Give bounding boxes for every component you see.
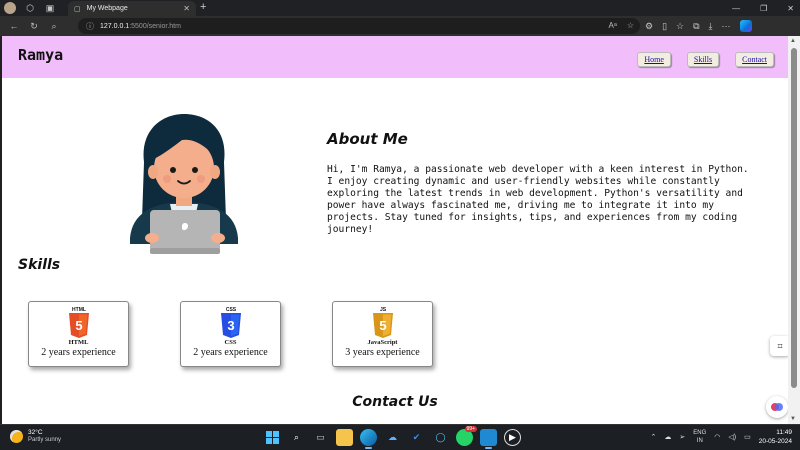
partly-sunny-icon (10, 430, 23, 443)
skill-experience: 2 years experience (193, 347, 268, 358)
show-hidden-icons-icon[interactable]: ⌃ (651, 433, 657, 441)
back-icon[interactable]: ← (4, 16, 24, 36)
site-nav: Home Skills Contact (637, 52, 774, 67)
css3-icon: CSS 3 (218, 305, 244, 339)
address-path: :5500/senior.htm (129, 22, 181, 30)
downloads-icon[interactable]: ⤓ (709, 21, 713, 32)
skill-card-html: HTML 5 HTML 2 years experience (28, 301, 129, 367)
file-explorer-icon[interactable] (336, 429, 353, 446)
scroll-down-icon[interactable]: ▼ (790, 416, 796, 422)
html-badge-label: HTML (72, 307, 86, 313)
battery-icon[interactable]: ▭ (744, 433, 751, 441)
page-favicon-icon: ▢ (74, 5, 81, 13)
favorite-star-icon[interactable]: ☆ (627, 21, 634, 30)
tab-actions-icon[interactable]: ▣ (42, 0, 58, 16)
whatsapp-icon[interactable]: 99+ (456, 426, 477, 446)
js-badge-label: JS (379, 307, 386, 313)
send-icon[interactable]: ➢ (679, 433, 685, 441)
svg-text:5: 5 (379, 318, 386, 333)
css-badge-label: CSS (225, 307, 236, 313)
todo-icon[interactable]: ✔ (408, 429, 425, 446)
edge-browser-icon[interactable] (360, 429, 377, 449)
onedrive-icon[interactable]: ☁ (384, 429, 401, 446)
developer-avatar-image (130, 114, 238, 254)
wifi-icon[interactable]: ◠ (714, 433, 720, 441)
system-tray: ⌃ ☁ ➢ ENG IN ◠ ◁) ▭ 11:49 20-05-2024 (651, 428, 792, 446)
nav-contact-button[interactable]: Contact (735, 52, 774, 67)
about-title: About Me (327, 130, 408, 148)
close-tab-icon[interactable]: ✕ (183, 4, 190, 13)
close-window-icon[interactable]: ✕ (787, 4, 794, 13)
search-taskbar-icon[interactable]: ⌕ (288, 429, 305, 446)
browser-tab-strip: ⬡ ▣ ▢ My Webpage ✕ + — ❐ ✕ (0, 0, 800, 16)
more-menu-icon[interactable]: ··· (722, 21, 731, 31)
info-icon[interactable]: ⓘ (86, 21, 94, 32)
skill-name: HTML (68, 339, 89, 346)
avatar-illustration (122, 110, 246, 258)
language-indicator[interactable]: ENG IN (693, 429, 706, 445)
notification-badge: 99+ (464, 426, 477, 432)
favorites-icon[interactable]: ☆ (676, 21, 684, 32)
copilot-float-icon[interactable] (766, 396, 788, 418)
about-text: Hi, I'm Ramya, a passionate web develope… (327, 164, 749, 235)
language-primary: ENG (693, 430, 707, 436)
weather-widget[interactable]: 32°C Partly sunny (10, 429, 61, 444)
minimize-icon[interactable]: — (732, 4, 740, 13)
browser-tab[interactable]: ▢ My Webpage ✕ (68, 1, 196, 16)
copilot-icon[interactable] (739, 20, 752, 32)
svg-text:5: 5 (75, 318, 82, 333)
restore-icon[interactable]: ❐ (760, 4, 767, 13)
volume-icon[interactable]: ◁) (728, 433, 736, 441)
address-host: 127.0.0.1 (100, 22, 130, 30)
window-controls: — ❐ ✕ (732, 0, 794, 16)
scroll-thumb[interactable] (791, 48, 797, 388)
workspaces-icon[interactable]: ⬡ (22, 0, 38, 16)
nav-skills-button[interactable]: Skills (686, 52, 720, 67)
tab-title: My Webpage (86, 5, 128, 12)
vscode-icon[interactable] (480, 429, 497, 449)
weather-temperature: 32°C (28, 429, 43, 436)
browser-toolbar: ← ↻ ⌕ ⓘ 127.0.0.1 :5500/senior.htm Aᵃ ☆ … (0, 16, 800, 36)
search-icon[interactable]: ⌕ (44, 16, 64, 36)
page-scrollbar[interactable]: ▲ ▼ (788, 36, 800, 424)
extensions-icon[interactable]: ⚙ (645, 21, 653, 32)
skill-card-javascript: JS 5 JavaScript 3 years experience (332, 301, 433, 367)
visual-search-icon[interactable]: ⌗ (770, 336, 790, 356)
start-windows-icon[interactable] (264, 429, 281, 446)
cloud-icon[interactable]: ☁ (664, 433, 671, 441)
profile-avatar[interactable] (4, 2, 16, 14)
address-bar[interactable]: ⓘ 127.0.0.1 :5500/senior.htm Aᵃ ☆ (78, 18, 640, 34)
windows-taskbar: 32°C Partly sunny ⌕ ▭ ☁ ✔ ◯ 99+ ▶ ⌃ ☁ ➢ … (0, 424, 800, 450)
contact-title: Contact Us (352, 394, 438, 410)
read-aloud-icon[interactable]: Aᵃ (609, 21, 617, 30)
site-header: Ramya Home Skills Contact (2, 36, 788, 78)
svg-text:3: 3 (227, 318, 234, 333)
split-screen-icon[interactable]: ▯ (662, 21, 667, 32)
skill-card-css: CSS 3 CSS 2 years experience (180, 301, 281, 367)
site-brand: Ramya (18, 46, 64, 64)
skills-title: Skills (18, 257, 61, 273)
javascript-icon: JS 5 (370, 305, 396, 339)
html5-icon: HTML 5 (66, 305, 92, 339)
skill-name: JavaScript (367, 339, 398, 346)
skill-experience: 3 years experience (345, 347, 420, 358)
clock-time: 11:49 (776, 429, 792, 436)
skill-name: CSS (224, 339, 237, 346)
page-viewport: Ramya Home Skills Contact About Me Hi, I… (2, 36, 788, 424)
cortana-icon[interactable]: ◯ (432, 429, 449, 446)
taskbar-apps: ⌕ ▭ ☁ ✔ ◯ 99+ ▶ (264, 426, 521, 449)
new-tab-button[interactable]: + (200, 1, 206, 13)
clock[interactable]: 11:49 20-05-2024 (759, 428, 792, 446)
media-player-icon[interactable]: ▶ (504, 429, 521, 446)
refresh-icon[interactable]: ↻ (24, 16, 44, 36)
clock-date: 20-05-2024 (758, 438, 792, 445)
browser-tools: ⚙ ▯ ☆ ⧉ ⤓ ··· (645, 16, 752, 36)
nav-home-button[interactable]: Home (637, 52, 671, 67)
collections-icon[interactable]: ⧉ (693, 21, 699, 32)
skill-experience: 2 years experience (41, 347, 116, 358)
weather-condition: Partly sunny (28, 437, 62, 443)
scroll-up-icon[interactable]: ▲ (790, 38, 796, 44)
language-secondary: IN (696, 438, 703, 444)
task-view-icon[interactable]: ▭ (312, 429, 329, 446)
